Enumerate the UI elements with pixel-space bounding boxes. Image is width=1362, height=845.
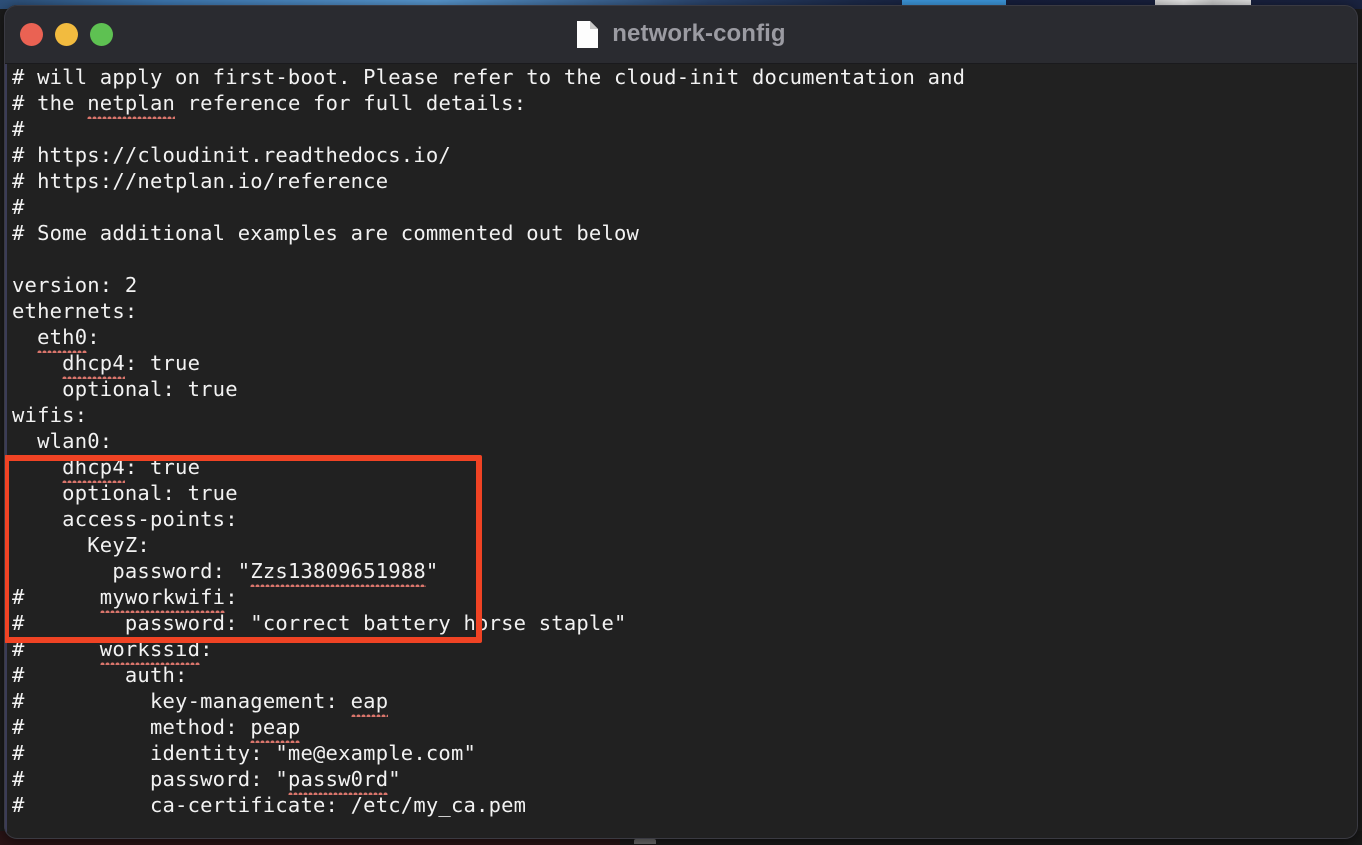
code-line: wlan0: bbox=[12, 429, 113, 453]
window-titlebar[interactable]: network-config bbox=[4, 5, 1358, 64]
code-line: dhcp4: true bbox=[62, 351, 201, 379]
close-button[interactable] bbox=[20, 22, 43, 46]
code-line: optional: true bbox=[12, 377, 238, 401]
code-line: ethernets: bbox=[12, 299, 138, 323]
document-icon bbox=[576, 20, 599, 49]
code-line: # will apply on first-boot. Please refer… bbox=[12, 65, 966, 89]
misspelled-word: Zzs13809651988 bbox=[250, 559, 426, 587]
text-editor-area[interactable]: # will apply on first-boot. Please refer… bbox=[4, 64, 1358, 839]
misspelled-word: dhcp4 bbox=[62, 351, 125, 379]
code-content[interactable]: # will apply on first-boot. Please refer… bbox=[12, 64, 965, 818]
code-line: # key-management: eap bbox=[12, 689, 389, 717]
code-line: # password: "correct battery horse stapl… bbox=[12, 611, 627, 635]
misspelled-word: peap bbox=[250, 715, 301, 743]
code-line: dhcp4: true bbox=[62, 455, 201, 483]
misspelled-word: myworkwifi bbox=[99, 585, 226, 613]
code-line: # identity: "me@example.com" bbox=[12, 741, 477, 765]
code-line: optional: true bbox=[12, 481, 238, 505]
minimize-button[interactable] bbox=[55, 22, 78, 46]
code-line: # https://netplan.io/reference bbox=[12, 169, 389, 193]
window-controls bbox=[4, 22, 113, 46]
misspelled-word: dhcp4 bbox=[62, 455, 125, 483]
maximize-button[interactable] bbox=[90, 22, 113, 46]
code-line: eth0: bbox=[37, 325, 100, 353]
code-line: access-points: bbox=[12, 507, 238, 531]
code-line: password: "Zzs13809651988" bbox=[12, 559, 439, 587]
code-line: # workssid: bbox=[12, 637, 213, 665]
code-line: # myworkwifi: bbox=[12, 585, 238, 613]
code-line: # method: peap bbox=[12, 715, 301, 743]
code-line: # bbox=[12, 117, 25, 141]
misspelled-word: passw0rd bbox=[287, 767, 389, 795]
misspelled-word: workssid bbox=[99, 637, 201, 665]
misspelled-word: eth0 bbox=[37, 325, 88, 353]
code-line: # the netplan reference for full details… bbox=[12, 91, 527, 119]
misspelled-word: netplan bbox=[87, 91, 176, 119]
window-title-text: network-config bbox=[612, 20, 786, 47]
code-line: # bbox=[12, 195, 25, 219]
editor-left-gutter bbox=[4, 64, 7, 839]
code-line: # auth: bbox=[12, 663, 188, 687]
code-line: version: 2 bbox=[12, 273, 138, 297]
code-line: # https://cloudinit.readthedocs.io/ bbox=[12, 143, 451, 167]
code-line: # password: "passw0rd" bbox=[12, 767, 401, 795]
code-line: # ca-certificate: /etc/my_ca.pem bbox=[12, 793, 527, 817]
code-line: KeyZ: bbox=[12, 533, 150, 557]
misspelled-word: eap bbox=[350, 689, 389, 717]
code-line: # Some additional examples are commented… bbox=[12, 221, 640, 245]
background-window-tab-handle bbox=[634, 839, 656, 844]
code-line: wifis: bbox=[12, 403, 88, 427]
editor-window: network-config # will apply on first-boo… bbox=[4, 5, 1358, 839]
window-title-group: network-config bbox=[4, 5, 1358, 63]
